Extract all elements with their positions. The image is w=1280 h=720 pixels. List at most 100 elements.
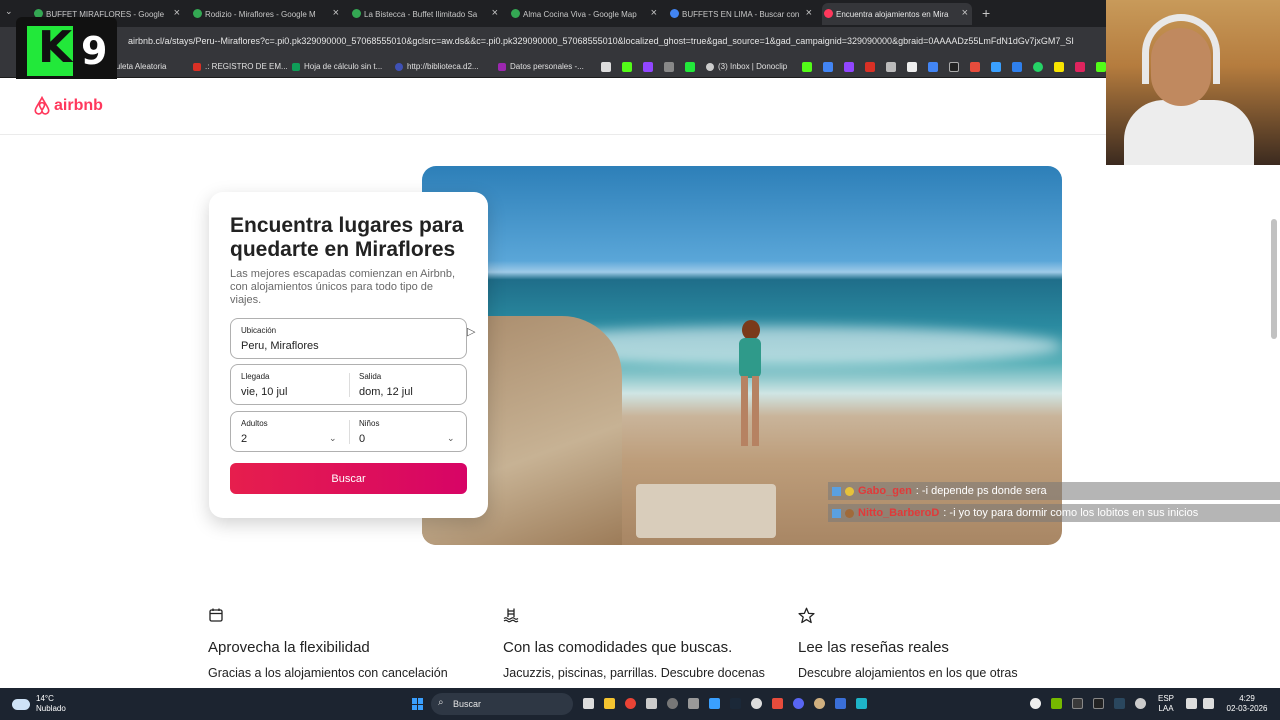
bookmarks-bar: Ruleta Aleatoria .: REGISTRO DE EM... Ho… — [0, 57, 1280, 78]
tab-rodizio[interactable]: Rodizio - Miraflores - Google M × — [191, 3, 339, 25]
bookmark-ruleta[interactable]: Ruleta Aleatoria — [110, 62, 166, 71]
close-tab-icon[interactable]: × — [651, 7, 657, 19]
bookmark-icon[interactable] — [886, 62, 896, 72]
clock-time: 4:29 — [1239, 694, 1255, 703]
tab-la-bistecca[interactable]: La Bistecca - Buffet Ilimitado Sa × — [350, 3, 498, 25]
bookmark-icon[interactable] — [949, 62, 959, 72]
chat-username: Nitto_BarberoD — [858, 507, 940, 519]
bookmark-icon[interactable] — [664, 62, 674, 72]
site-header: airbnb — [0, 79, 1280, 135]
donoclip-icon — [706, 62, 714, 71]
bookmark-icon[interactable] — [601, 62, 611, 72]
app-icon[interactable] — [772, 698, 783, 709]
chat-text: : -i depende ps donde sera — [915, 485, 1047, 497]
globe-icon — [395, 62, 403, 71]
k-logo-letter: K — [38, 22, 73, 73]
app-icon[interactable] — [709, 698, 720, 709]
bookmark-icon[interactable] — [907, 62, 917, 72]
bookmark-icon[interactable] — [865, 62, 875, 72]
steam-icon[interactable] — [730, 698, 741, 709]
feature-title: Aprovecha la flexibilidad — [208, 639, 370, 656]
close-tab-icon[interactable]: × — [174, 7, 180, 19]
airbnb-logo-icon — [34, 96, 50, 115]
bookmark-icon[interactable] — [823, 62, 833, 72]
bookmark-icon[interactable] — [928, 62, 938, 72]
bookmark-icon[interactable] — [970, 62, 980, 72]
app-icon[interactable] — [814, 698, 825, 709]
maps-pin-icon — [511, 9, 520, 18]
person-body-shape — [739, 338, 761, 378]
page-scrollbar[interactable] — [1271, 219, 1277, 339]
app-icon[interactable] — [688, 698, 699, 709]
tab-buffets-en-lima[interactable]: BUFFETS EN LIMA - Buscar con × — [668, 3, 812, 25]
tray-icon[interactable] — [1093, 698, 1104, 709]
tab-alma-cocina[interactable]: Alma Cocina Viva - Google Map × — [509, 3, 657, 25]
messenger-icon[interactable] — [1012, 62, 1022, 72]
search-placeholder: Buscar — [453, 699, 482, 709]
bookmark-icon[interactable] — [991, 62, 1001, 72]
volume-icon[interactable] — [1203, 698, 1214, 709]
adults-label: Adultos — [241, 419, 268, 428]
bookmark-icon[interactable] — [1096, 62, 1106, 72]
nvidia-icon[interactable] — [1051, 698, 1062, 709]
task-view-icon[interactable] — [583, 698, 594, 709]
feature-text: Jacuzzis, piscinas, parrillas. Descubre … — [503, 666, 765, 680]
close-tab-icon[interactable]: × — [806, 7, 812, 19]
language-indicator[interactable]: ESP LAA — [1158, 694, 1174, 714]
chat-username: Gabo_gen — [858, 485, 912, 497]
bookmark-donoclip[interactable]: (3) Inbox | Donoclip — [706, 62, 787, 71]
bookmark-icon[interactable] — [1054, 62, 1064, 72]
chevron-down-icon: ⌄ — [329, 433, 337, 443]
airbnb-logo[interactable]: airbnb — [32, 96, 103, 116]
tab-label: BUFFETS EN LIMA - Buscar con — [682, 9, 800, 19]
app-icon[interactable] — [856, 698, 867, 709]
windows-start-icon[interactable] — [412, 698, 424, 710]
bookmark-favicon-icon — [193, 62, 201, 71]
whatsapp-icon[interactable] — [1033, 62, 1043, 72]
close-tab-icon[interactable]: × — [333, 7, 339, 19]
app-icon[interactable] — [667, 698, 678, 709]
bookmark-icon[interactable] — [1075, 62, 1085, 72]
location-field[interactable]: Ubicación Peru, Miraflores — [230, 318, 467, 359]
app-icon[interactable] — [835, 698, 846, 709]
file-explorer-icon[interactable] — [604, 698, 615, 709]
search-button[interactable]: Buscar — [230, 463, 467, 494]
clock[interactable]: 4:29 02-03-2026 — [1222, 694, 1272, 714]
app-icon[interactable] — [646, 698, 657, 709]
wifi-icon[interactable] — [1186, 698, 1197, 709]
url-field[interactable]: airbnb.cl/a/stays/Peru--Miraflores?c=.pi… — [128, 36, 1108, 46]
close-tab-icon[interactable]: × — [492, 7, 498, 19]
chrome-icon[interactable] — [625, 698, 636, 709]
bookmark-label: (3) Inbox | Donoclip — [718, 62, 788, 71]
adults-value: 2 — [241, 433, 248, 445]
weather-widget[interactable]: 14°C Nublado — [12, 694, 66, 714]
app-icon[interactable] — [751, 698, 762, 709]
bookmark-hoja-calculo[interactable]: Hoja de cálculo sin t... — [292, 62, 382, 71]
tray-icon[interactable] — [1030, 698, 1041, 709]
discord-icon[interactable] — [793, 698, 804, 709]
dates-field: Llegada vie, 10 jul Salida dom, 12 jul — [230, 364, 467, 405]
mouse-cursor-icon: ▷ — [467, 326, 476, 338]
twitch-icon[interactable] — [844, 62, 854, 72]
tab-search-chevron-icon[interactable]: ⌄ — [5, 6, 13, 17]
bookmark-registro[interactable]: .: REGISTRO DE EM... — [193, 62, 288, 71]
lang-layout: LAA — [1158, 704, 1174, 713]
tab-airbnb-active[interactable]: Encuentra alojamientos en Mira × — [822, 3, 972, 25]
microphone-icon[interactable] — [1135, 698, 1146, 709]
kick-k-icon[interactable] — [685, 62, 695, 72]
bookmark-biblioteca[interactable]: http://biblioteca.d2... — [395, 62, 479, 71]
tray-icon[interactable] — [1072, 698, 1083, 709]
bookmark-datos-personales[interactable]: Datos personales -... — [498, 62, 584, 71]
new-tab-button[interactable]: + — [982, 5, 990, 21]
kick-icon[interactable] — [622, 62, 632, 72]
lang-code: ESP — [1158, 694, 1175, 703]
bookmark-label: Datos personales -... — [510, 62, 584, 71]
twitch-icon[interactable] — [643, 62, 653, 72]
person-legs-shape — [741, 376, 759, 446]
close-tab-icon[interactable]: × — [962, 7, 968, 19]
steam-tray-icon[interactable] — [1114, 698, 1125, 709]
taskbar-search[interactable]: ⌕ Buscar — [431, 693, 573, 715]
pool-icon — [503, 607, 519, 627]
bookmark-d-icon[interactable] — [802, 62, 812, 72]
feature-text: Gracias a los alojamientos con cancelaci… — [208, 666, 448, 680]
